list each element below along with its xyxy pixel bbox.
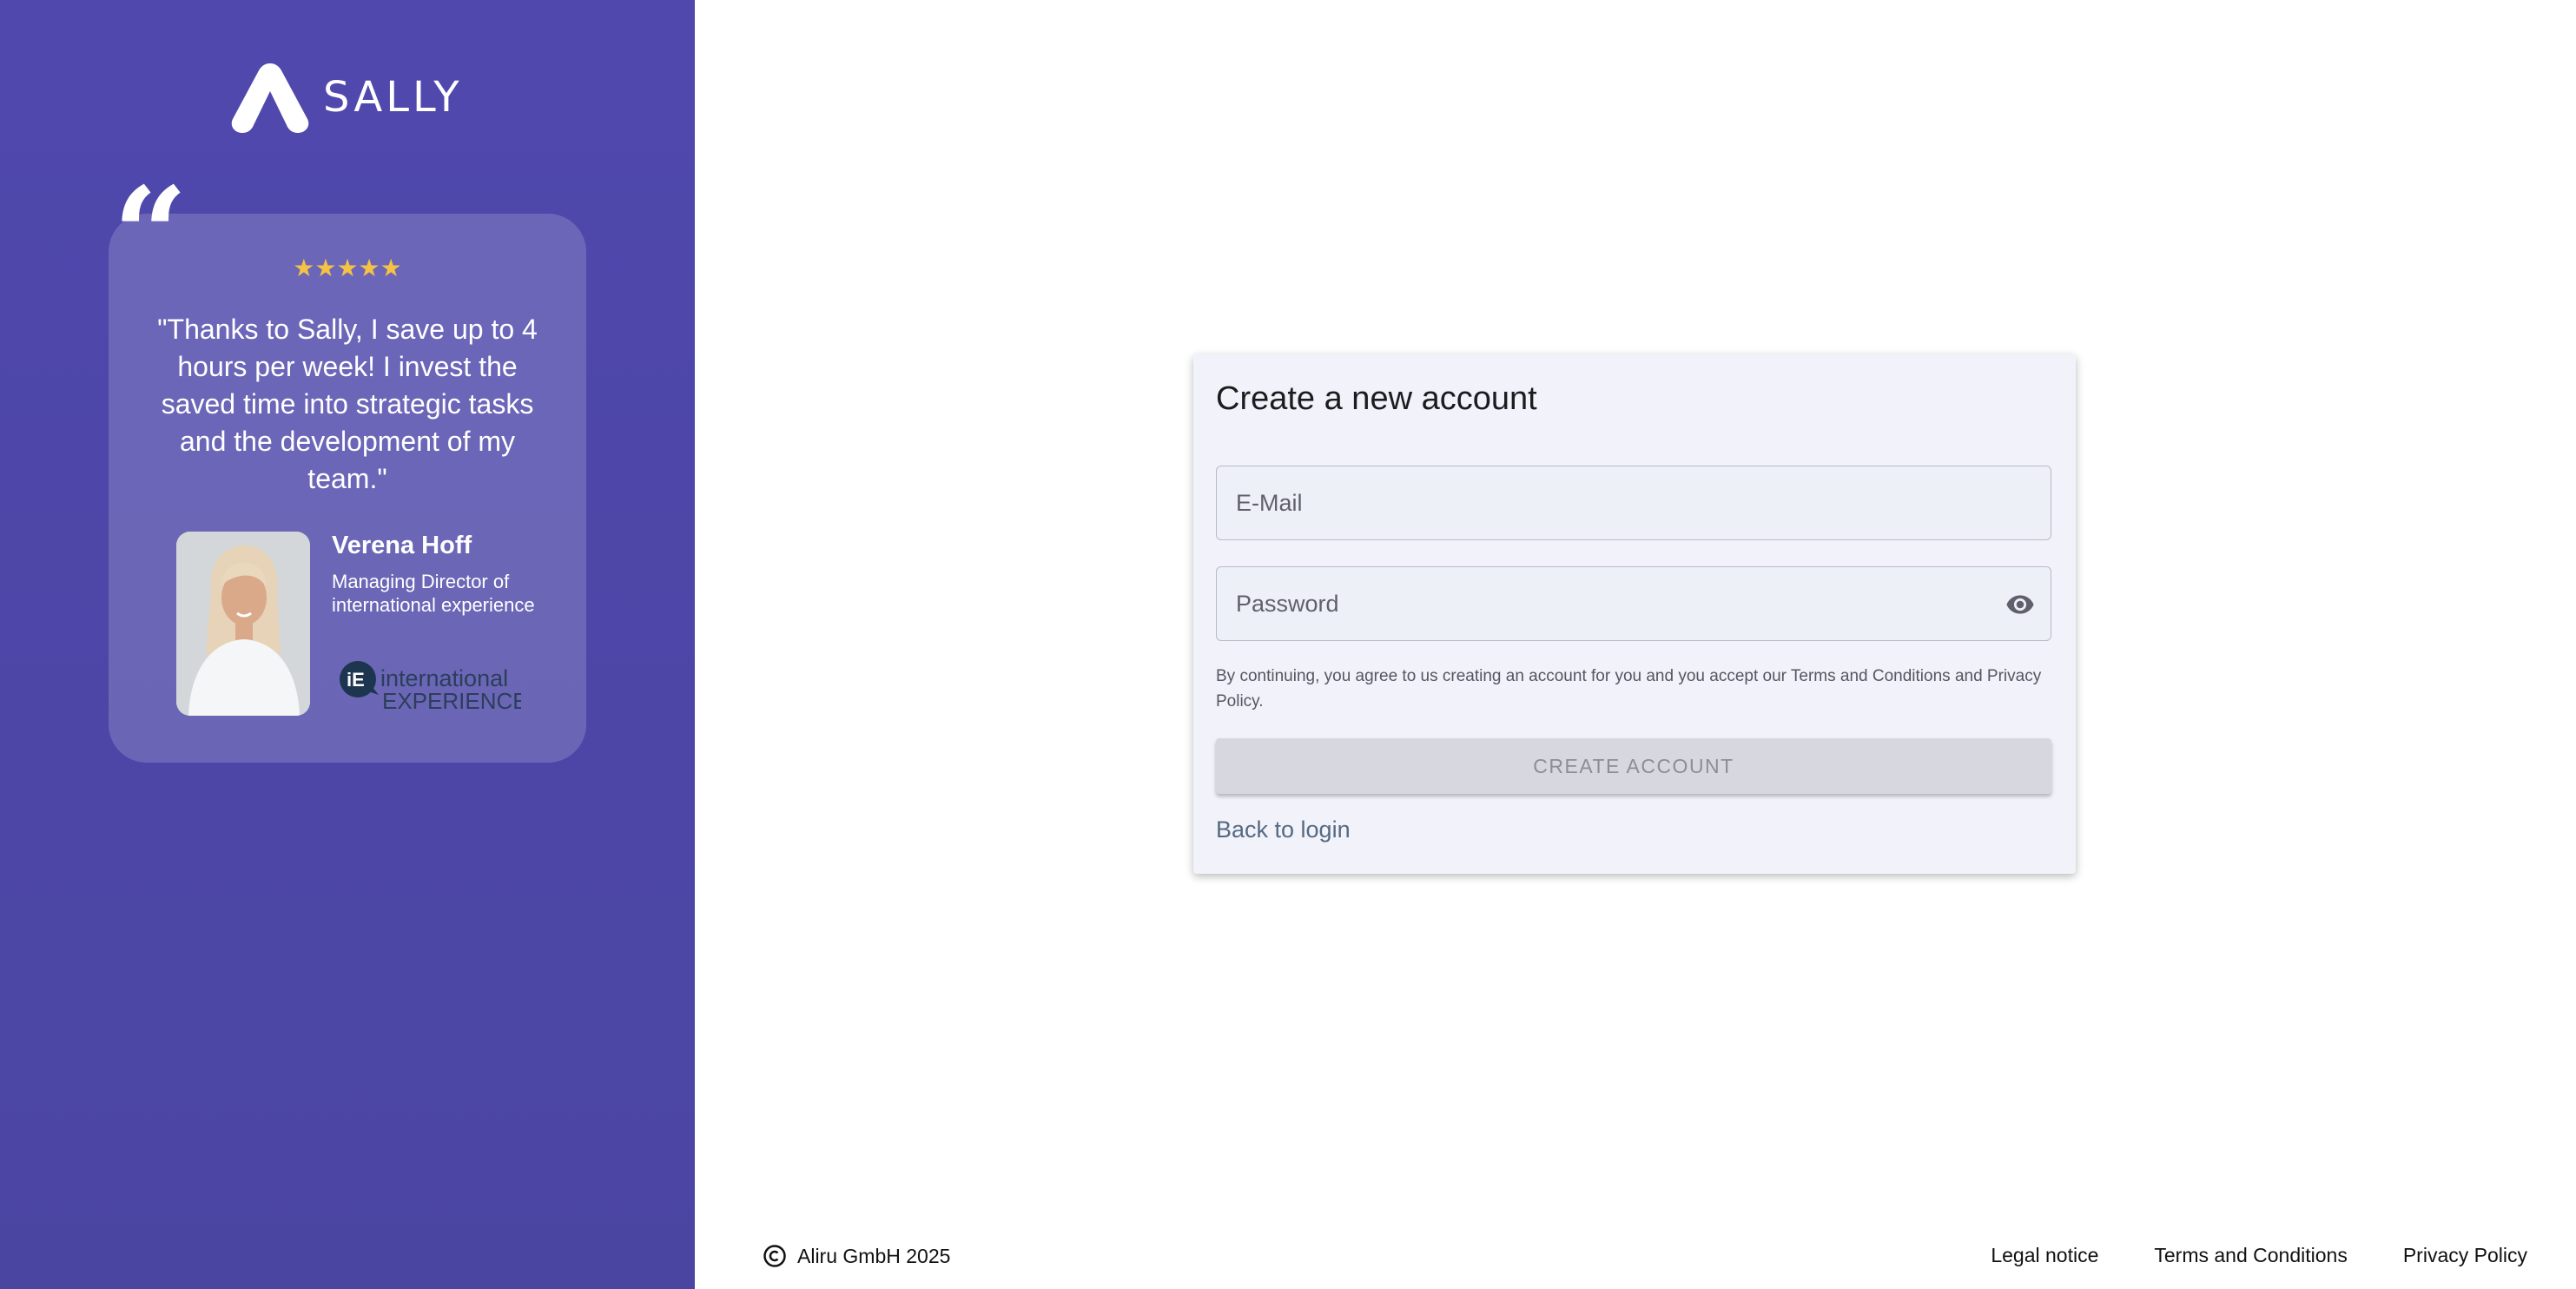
person-photo <box>176 532 310 716</box>
create-account-button[interactable]: CREATE ACCOUNT <box>1216 738 2051 794</box>
avatar <box>176 532 310 716</box>
person-name: Verena Hoff <box>332 532 472 559</box>
legal-notice-link[interactable]: Legal notice <box>1991 1244 2098 1267</box>
rating-stars: ★★★★★ <box>293 254 402 281</box>
privacy-policy-link[interactable]: Privacy Policy <box>2403 1244 2527 1267</box>
email-input[interactable] <box>1217 466 2051 539</box>
page-title: Create a new account <box>1216 380 1537 417</box>
sally-logo: SALLY <box>229 59 463 136</box>
testimonial-card: ★★★★★ "Thanks to Sally, I save up to 4 h… <box>109 214 586 763</box>
back-to-login-link[interactable]: Back to login <box>1216 816 1351 843</box>
eye-icon[interactable] <box>2004 590 2037 619</box>
email-field <box>1216 466 2051 540</box>
password-field <box>1216 566 2051 641</box>
company-logo-mark: iE <box>347 669 365 691</box>
company-logo-line-2: EXPERIENCE <box>382 688 521 714</box>
terms-link[interactable]: Terms and Conditions <box>2154 1244 2347 1267</box>
brand-name: SALLY <box>323 73 463 122</box>
signup-card: Create a new account By continuing, you … <box>1193 354 2076 874</box>
footer-links: Legal notice Terms and Conditions Privac… <box>1991 1244 2527 1267</box>
person-role: Managing Director of international exper… <box>332 571 535 616</box>
company-logo: iE international EXPERIENCE <box>339 660 528 714</box>
copyright-icon <box>763 1245 786 1267</box>
terms-notice: By continuing, you agree to us creating … <box>1216 667 2042 711</box>
international-experience-logo: iE international EXPERIENCE <box>340 661 528 714</box>
password-input[interactable] <box>1217 567 2051 640</box>
testimonial-quote: "Thanks to Sally, I save up to 4 hours p… <box>157 314 538 494</box>
copyright: Aliru GmbH 2025 <box>763 1244 950 1268</box>
copyright-text: Aliru GmbH 2025 <box>797 1244 951 1267</box>
sally-logo-icon <box>231 63 309 133</box>
testimonial-panel: SALLY “ ★★★★★ "Thanks to Sally, I save u… <box>0 0 695 1289</box>
